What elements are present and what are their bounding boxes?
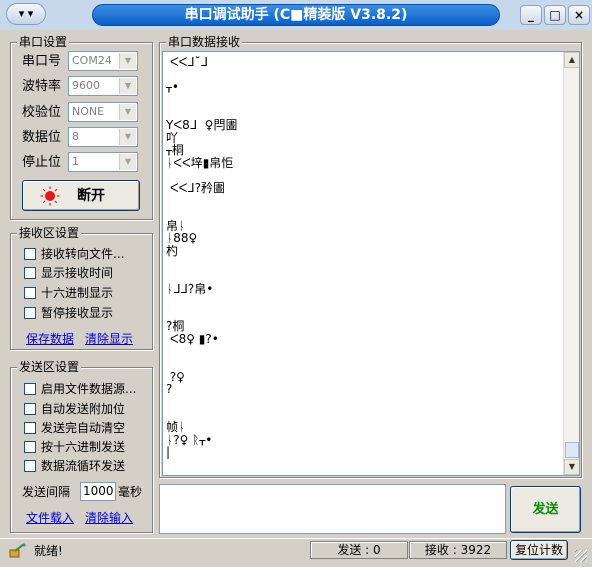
parity-label: 校验位 xyxy=(22,105,62,120)
pause-rx-checkbox[interactable] xyxy=(24,307,36,319)
save-data-link[interactable]: 保存数据 xyxy=(26,330,74,347)
chevron-down-icon[interactable]: ▼ xyxy=(119,154,136,170)
resize-grip[interactable] xyxy=(575,550,587,562)
window-title: 串口调试助手 (C■精装版 V3.8.2) xyxy=(92,4,500,26)
disconnect-label: 断开 xyxy=(77,188,105,204)
status-ready: 就绪! xyxy=(34,544,63,558)
auto-clear-checkbox[interactable] xyxy=(24,422,36,434)
show-rx-time-label: 显示接收时间 xyxy=(41,266,114,280)
stopbits-value: 1 xyxy=(72,155,79,168)
interval-unit: 毫秒 xyxy=(118,485,143,499)
port-select[interactable]: COM24 ▼ xyxy=(68,51,138,71)
disconnect-button[interactable]: 断开 xyxy=(22,180,140,211)
status-icon xyxy=(9,543,26,558)
hex-display-label: 十六进制显示 xyxy=(41,286,114,300)
send-settings-legend: 发送区设置 xyxy=(17,360,82,374)
append-bit-label: 自动发送附加位 xyxy=(41,402,126,416)
file-source-label: 启用文件数据源... xyxy=(41,382,137,396)
clear-display-link[interactable]: 清除显示 xyxy=(85,330,133,347)
receive-area-legend: 串口数据接收 xyxy=(166,35,243,49)
rx-to-file-checkbox[interactable] xyxy=(24,248,36,260)
interval-label: 发送间隔 xyxy=(22,485,71,499)
hex-send-label: 按十六进制发送 xyxy=(41,440,126,454)
stopbits-label: 停止位 xyxy=(22,155,62,170)
interval-input[interactable]: 1000 xyxy=(80,482,116,501)
close-button[interactable]: × xyxy=(568,5,590,25)
stopbits-select[interactable]: 1 ▼ xyxy=(68,152,138,172)
clear-input-link[interactable]: 清除输入 xyxy=(85,509,133,526)
received-count: 接收 : 3922 xyxy=(409,541,507,559)
show-rx-time-checkbox[interactable] xyxy=(24,267,36,279)
receive-settings-legend: 接收区设置 xyxy=(17,226,82,240)
chevron-down-icon[interactable]: ▼ xyxy=(119,53,136,69)
minimize-button[interactable]: _ xyxy=(520,5,542,25)
file-source-checkbox[interactable] xyxy=(24,383,36,395)
load-file-link[interactable]: 文件载入 xyxy=(26,509,74,526)
status-led-icon xyxy=(40,186,60,206)
chevron-down-icon[interactable]: ▼ xyxy=(119,78,136,94)
chevron-down-icon[interactable]: ▼ xyxy=(119,104,136,120)
auto-clear-label: 发送完自动清空 xyxy=(41,421,126,435)
databits-label: 数据位 xyxy=(22,130,62,145)
loop-send-checkbox[interactable] xyxy=(24,460,36,472)
baud-select[interactable]: 9600 ▼ xyxy=(68,76,138,96)
baud-label: 波特率 xyxy=(22,79,62,94)
serial-settings-legend: 串口设置 xyxy=(17,35,70,49)
vertical-scrollbar[interactable]: ▲ ▼ xyxy=(563,52,579,475)
maximize-button[interactable]: □ xyxy=(544,5,566,25)
send-textarea[interactable] xyxy=(159,484,506,534)
send-button[interactable]: 发送 xyxy=(510,486,581,533)
receive-textarea[interactable]: ᐸᐸᒧ˘ᒧ ᚁ• Yᐸ8ᒧ ♀閂圕 吖 ᚁ桐 ᚿᐸᐸ垶▮帛怇 ᐸᐸᒧ?矜圕 帛ᚿ… xyxy=(162,51,580,476)
databits-value: 8 xyxy=(72,130,79,143)
port-value: COM24 xyxy=(72,54,112,67)
databits-select[interactable]: 8 ▼ xyxy=(68,127,138,147)
parity-value: NONE xyxy=(72,105,105,118)
reset-count-button[interactable]: 复位计数 xyxy=(510,540,568,560)
rx-to-file-label: 接收转向文件... xyxy=(41,247,125,261)
receive-text: ᐸᐸᒧ˘ᒧ ᚁ• Yᐸ8ᒧ ♀閂圕 吖 ᚁ桐 ᚿᐸᐸ垶▮帛怇 ᐸᐸᒧ?矜圕 帛ᚿ… xyxy=(166,55,238,460)
sent-count: 发送 : 0 xyxy=(310,541,408,559)
hex-display-checkbox[interactable] xyxy=(24,287,36,299)
chevron-down-icon[interactable]: ▼ xyxy=(119,129,136,145)
append-bit-checkbox[interactable] xyxy=(24,403,36,415)
loop-send-label: 数据流循环发送 xyxy=(41,459,126,473)
scroll-down-button[interactable]: ▼ xyxy=(564,459,579,475)
port-label: 串口号 xyxy=(22,54,62,69)
scroll-up-button[interactable]: ▲ xyxy=(564,52,579,68)
scroll-thumb[interactable] xyxy=(565,442,579,458)
system-menu-button[interactable]: ▾ ▾ xyxy=(6,3,46,25)
pause-rx-label: 暂停接收显示 xyxy=(41,306,114,320)
baud-value: 9600 xyxy=(72,79,100,92)
parity-select[interactable]: NONE ▼ xyxy=(68,102,138,122)
hex-send-checkbox[interactable] xyxy=(24,441,36,453)
